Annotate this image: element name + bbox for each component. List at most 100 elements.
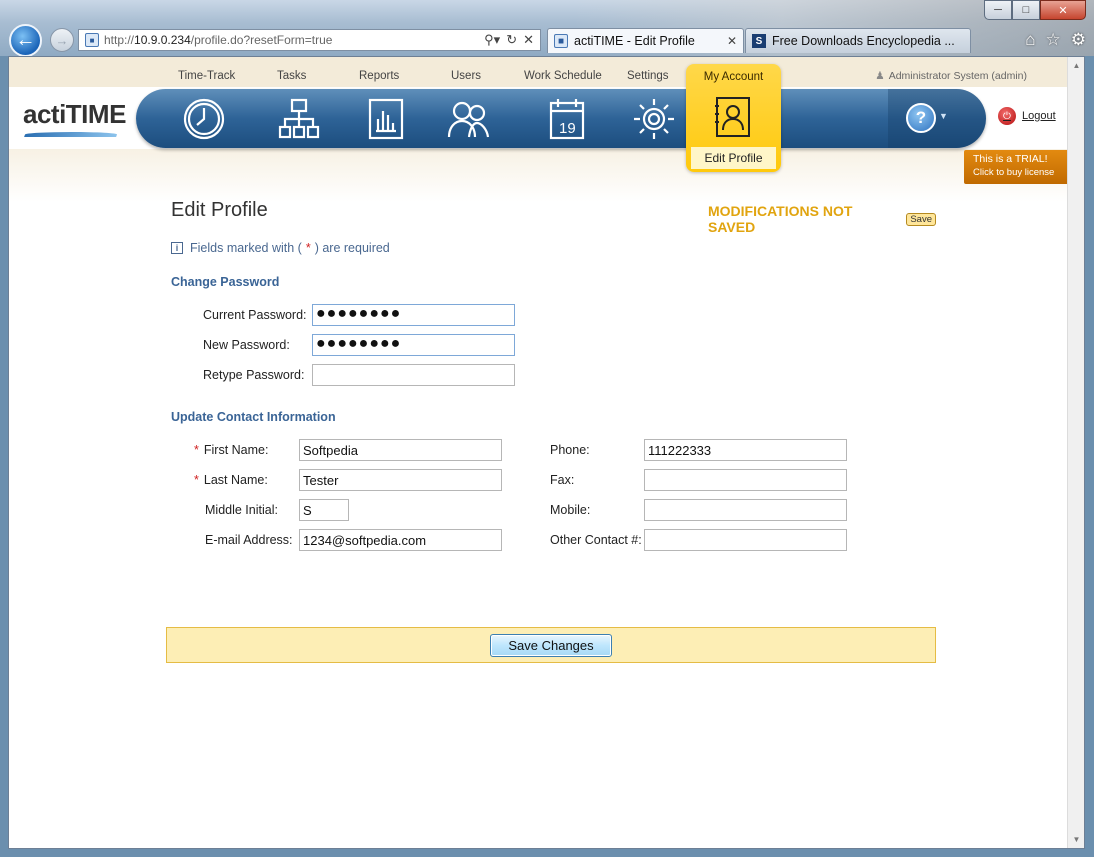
svg-text:19: 19 bbox=[559, 120, 576, 137]
page-icon: ■ bbox=[554, 34, 568, 48]
vertical-scrollbar[interactable]: ▲ ▼ bbox=[1067, 57, 1084, 848]
my-account-label: My Account bbox=[703, 71, 764, 83]
menu-tasks[interactable]: Tasks bbox=[277, 70, 306, 82]
logo-text: actiTIME bbox=[23, 99, 126, 129]
favorites-star-icon[interactable]: ☆ bbox=[1046, 30, 1061, 50]
page-title: Edit Profile bbox=[171, 199, 268, 221]
scroll-down-icon[interactable]: ▼ bbox=[1068, 831, 1084, 848]
forward-button[interactable]: → bbox=[50, 28, 74, 52]
search-icon[interactable]: ⚲▾ bbox=[484, 32, 500, 48]
trial-banner[interactable]: This is a TRIAL! Click to buy license bbox=[964, 150, 1068, 184]
top-menu: Time-Track Tasks Reports Users Work Sche… bbox=[9, 70, 769, 86]
address-tools: ⚲▾ ↻ ✕ bbox=[484, 32, 540, 48]
tab-actitime[interactable]: ■ actiTIME - Edit Profile ✕ bbox=[547, 28, 744, 53]
browser-toolbar-icons: ⌂ ☆ ⚙ bbox=[1025, 30, 1086, 50]
current-password-field[interactable] bbox=[312, 304, 515, 326]
last-name-field[interactable] bbox=[299, 469, 502, 491]
middle-initial-field[interactable] bbox=[299, 499, 349, 521]
quick-save-button[interactable]: Save bbox=[906, 212, 936, 226]
menu-reports[interactable]: Reports bbox=[359, 70, 399, 82]
required-star: * bbox=[194, 473, 199, 487]
menu-time-track[interactable]: Time-Track bbox=[178, 70, 235, 82]
required-note-prefix: Fields marked with ( bbox=[190, 241, 302, 255]
tools-gear-icon[interactable]: ⚙ bbox=[1071, 30, 1086, 50]
required-note: i Fields marked with ( * ) are required bbox=[171, 241, 390, 255]
menu-users[interactable]: Users bbox=[451, 70, 481, 82]
tab-label: Free Downloads Encyclopedia ... bbox=[772, 34, 955, 48]
page-icon: ■ bbox=[85, 33, 99, 47]
browser-chrome: ─ □ ✕ ← → ■ http://10.9.0.234/profile.do… bbox=[0, 0, 1094, 57]
save-changes-button[interactable]: Save Changes bbox=[490, 634, 612, 657]
required-note-suffix: ) are required bbox=[314, 241, 390, 255]
edit-profile-sub-tab[interactable]: Edit Profile bbox=[691, 147, 776, 169]
unsaved-text: MODIFICATIONS NOT SAVED bbox=[708, 203, 853, 235]
trial-line2: Click to buy license bbox=[973, 167, 1055, 178]
refresh-icon[interactable]: ↻ bbox=[506, 32, 517, 48]
menu-settings[interactable]: Settings bbox=[627, 70, 669, 82]
first-name-field[interactable] bbox=[299, 439, 502, 461]
unsaved-indicator: MODIFICATIONS NOT SAVED Save bbox=[708, 203, 936, 235]
retype-password-field[interactable] bbox=[312, 364, 515, 386]
last-name-label-text: Last Name: bbox=[203, 473, 268, 487]
profile-card-icon bbox=[714, 96, 752, 138]
fax-label: Fax: bbox=[550, 473, 575, 487]
first-name-label-text: First Name: bbox=[203, 443, 269, 457]
close-tab-icon[interactable]: ✕ bbox=[727, 34, 737, 48]
help-area bbox=[888, 89, 986, 148]
logout-label: Logout bbox=[1022, 110, 1056, 122]
mobile-field[interactable] bbox=[644, 499, 847, 521]
last-name-label: * Last Name: bbox=[194, 473, 268, 487]
contact-info-heading: Update Contact Information bbox=[171, 410, 336, 424]
maximize-button[interactable]: □ bbox=[1012, 0, 1040, 20]
email-field[interactable] bbox=[299, 529, 502, 551]
actitime-logo[interactable]: actiTIME bbox=[23, 99, 126, 137]
clock-icon[interactable] bbox=[181, 97, 227, 141]
user-name: Administrator System (admin) bbox=[888, 70, 1027, 82]
users-icon[interactable] bbox=[446, 97, 492, 141]
phone-field[interactable] bbox=[644, 439, 847, 461]
close-window-button[interactable]: ✕ bbox=[1040, 0, 1086, 20]
calendar-icon[interactable]: 19 bbox=[544, 97, 590, 141]
menu-work-schedule[interactable]: Work Schedule bbox=[524, 70, 602, 82]
required-star: * bbox=[305, 241, 311, 255]
main-nav-bar: 19 ? ▼ bbox=[136, 89, 986, 148]
home-icon[interactable]: ⌂ bbox=[1025, 30, 1035, 50]
current-password-label: Current Password: bbox=[203, 308, 307, 322]
report-chart-icon[interactable] bbox=[363, 97, 409, 141]
url-text[interactable]: http://10.9.0.234/profile.do?resetForm=t… bbox=[104, 33, 484, 47]
tab-softpedia[interactable]: S Free Downloads Encyclopedia ... bbox=[745, 28, 971, 53]
user-info: ♟ Administrator System (admin) bbox=[875, 70, 1027, 82]
chevron-down-icon[interactable]: ▼ bbox=[939, 111, 948, 121]
hierarchy-icon[interactable] bbox=[276, 97, 322, 141]
power-icon: ⏻ bbox=[998, 107, 1016, 125]
new-password-field[interactable] bbox=[312, 334, 515, 356]
phone-label: Phone: bbox=[550, 443, 590, 457]
stop-icon[interactable]: ✕ bbox=[523, 32, 534, 48]
mobile-label: Mobile: bbox=[550, 503, 591, 517]
scroll-up-icon[interactable]: ▲ bbox=[1068, 57, 1084, 74]
minimize-button[interactable]: ─ bbox=[984, 0, 1012, 20]
window-controls: ─ □ ✕ bbox=[984, 0, 1086, 20]
save-bar: Save Changes bbox=[166, 627, 936, 663]
other-contact-label: Other Contact #: bbox=[550, 533, 642, 547]
trial-line1: This is a TRIAL! bbox=[973, 153, 1048, 165]
other-contact-field[interactable] bbox=[644, 529, 847, 551]
address-bar[interactable]: ■ http://10.9.0.234/profile.do?resetForm… bbox=[78, 29, 541, 51]
retype-password-label: Retype Password: bbox=[203, 368, 305, 382]
email-label: E-mail Address: bbox=[205, 533, 293, 547]
fax-field[interactable] bbox=[644, 469, 847, 491]
required-star: * bbox=[194, 443, 199, 457]
new-password-label: New Password: bbox=[203, 338, 290, 352]
user-icon: ♟ bbox=[875, 70, 885, 82]
softpedia-icon: S bbox=[752, 34, 766, 48]
change-password-heading: Change Password bbox=[171, 275, 280, 289]
browser-viewport: Time-Track Tasks Reports Users Work Sche… bbox=[8, 56, 1085, 849]
help-icon[interactable]: ? bbox=[906, 103, 936, 133]
logout-link[interactable]: ⏻ Logout bbox=[998, 107, 1056, 125]
tab-my-account[interactable]: My Account Edit Profile bbox=[686, 64, 781, 172]
back-button[interactable]: ← bbox=[9, 24, 42, 57]
first-name-label: * First Name: bbox=[194, 443, 268, 457]
gear-icon[interactable] bbox=[631, 97, 677, 141]
app-header: Time-Track Tasks Reports Users Work Sche… bbox=[9, 57, 1069, 202]
middle-initial-label: Middle Initial: bbox=[205, 503, 278, 517]
